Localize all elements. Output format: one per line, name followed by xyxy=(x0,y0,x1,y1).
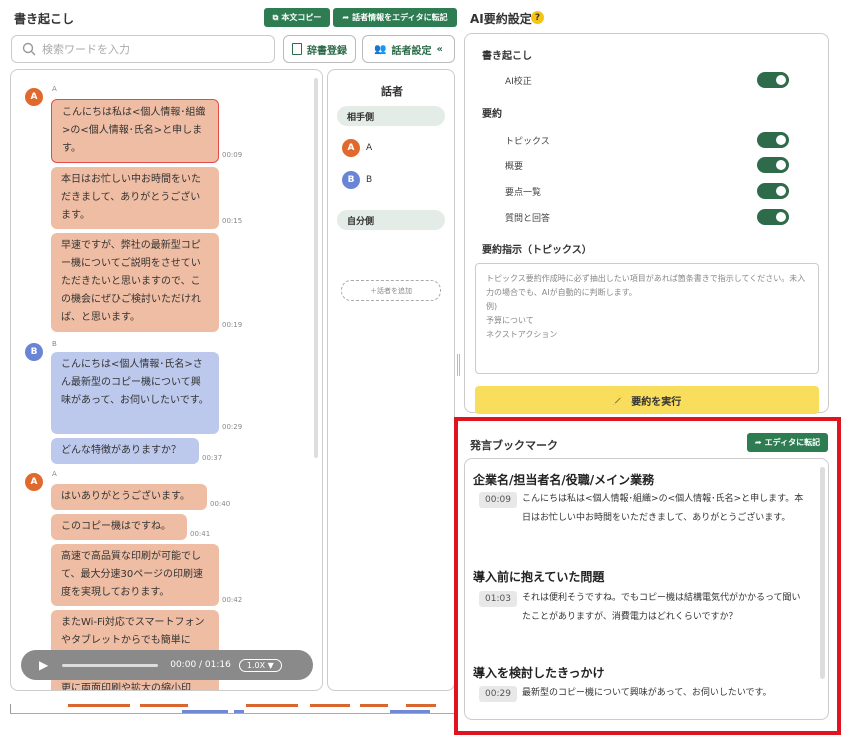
overview-toggle[interactable] xyxy=(757,157,789,173)
ai-correct-toggle[interactable] xyxy=(757,72,789,88)
message-bubble[interactable]: どんな特徴がありますか？ xyxy=(51,438,199,464)
key-points-toggle[interactable] xyxy=(757,183,789,199)
ai-settings-panel: 書き起こし AI校正 要約 トピックス 概要 要点一覧 質問と回答 要約指示（ト… xyxy=(457,33,829,414)
bookmark-text: こんにちは私は<個人情報･組織>の<個人情報･氏名>と申します。本日はお忙しい中… xyxy=(522,494,804,523)
bookmark-heading: 導入前に抱えていた問題 xyxy=(473,570,605,584)
timestamp: 00:15 xyxy=(222,217,243,225)
ai-correct-label: AI校正 xyxy=(505,77,532,87)
speaker-group-other: 相手側 xyxy=(337,106,445,126)
search-placeholder: 検索ワードを入力 xyxy=(42,43,130,56)
playback-time: 00:00 / 01:16 xyxy=(170,660,231,670)
transfer-speaker-button[interactable]: ➦ 話者情報をエディタに転記 xyxy=(333,8,457,27)
speaker-name: A xyxy=(52,470,57,478)
bookmarks-title: 発言ブックマーク xyxy=(470,439,558,452)
speaker-name: B xyxy=(52,340,57,348)
avatar: A xyxy=(25,88,43,106)
speaker-group-self: 自分側 xyxy=(337,210,445,230)
bookmark-transfer-button[interactable]: ➦ エディタに転記 xyxy=(747,433,828,452)
option-label: 要点一覧 xyxy=(505,188,542,198)
speaker-panel-title: 話者 xyxy=(381,85,403,98)
avatar: A xyxy=(25,473,43,491)
audio-player: ▶ 00:00 / 01:16 1.0X ▼ xyxy=(21,650,313,680)
transcript-panel: A A こんにちは私は<個人情報･組織>の<個人情報･氏名>と申します。 00:… xyxy=(10,69,323,691)
search-icon xyxy=(22,42,36,56)
option-label: 質問と回答 xyxy=(505,214,551,224)
speaker-settings-button[interactable]: 👥 話者設定 « xyxy=(362,35,455,63)
bookmark-timestamp[interactable]: 01:03 xyxy=(479,591,517,607)
transcription-title: 書き起こし xyxy=(14,12,75,26)
magic-wand-icon: 🪄 xyxy=(612,394,626,406)
timestamp: 00:29 xyxy=(222,423,243,431)
speaker-panel: 話者 相手側 A A B B 自分側 ＋話者を追加 xyxy=(327,69,455,691)
add-speaker-button[interactable]: ＋話者を追加 xyxy=(341,280,441,301)
ai-settings-title: AI要約設定 xyxy=(470,12,532,26)
timestamp: 00:09 xyxy=(222,151,243,159)
message-bubble[interactable]: はいありがとうございます。 xyxy=(51,484,207,510)
app-root: 書き起こし ⧉ 本文コピー ➦ 話者情報をエディタに転記 検索ワードを入力 辞書登録… xyxy=(0,0,858,740)
avatar: B xyxy=(342,171,360,189)
section-summary: 要約 xyxy=(482,109,502,120)
transcript-scrollbar[interactable] xyxy=(314,78,318,458)
bookmark-scrollbar[interactable] xyxy=(820,467,825,679)
speaker-name: A xyxy=(52,85,57,93)
timestamp: 00:37 xyxy=(202,454,223,462)
bookmark-text: 最新型のコピー機について興味があって、お伺いしたいです。 xyxy=(522,688,772,698)
copy-icon: ⧉ xyxy=(272,12,279,22)
speaker-item-a[interactable]: A A xyxy=(342,139,372,157)
bookmark-timestamp[interactable]: 00:09 xyxy=(479,492,517,508)
bookmark-heading: 導入を検討したきっかけ xyxy=(473,666,605,680)
message-bubble[interactable]: 本日はお忙しい中お時間をいただきまして、ありがとうございます。 xyxy=(51,167,219,229)
bookmark-text: それは便利そうですね。でもコピー機は結構電気代がかかるって聞いたことがありますが… xyxy=(522,593,801,622)
bookmark-timestamp[interactable]: 00:29 xyxy=(479,686,517,702)
share-arrow-icon: ➦ xyxy=(342,13,350,22)
bookmark-heading: 企業名/担当者名/役職/メイン業務 xyxy=(473,473,655,487)
timeline[interactable] xyxy=(10,700,458,714)
timestamp: 00:41 xyxy=(190,530,211,538)
qa-toggle[interactable] xyxy=(757,209,789,225)
timestamp: 00:40 xyxy=(210,500,231,508)
option-label: 概要 xyxy=(505,162,524,172)
avatar: A xyxy=(342,139,360,157)
timestamp: 00:19 xyxy=(222,321,243,329)
timestamp: 00:42 xyxy=(222,596,243,604)
message-bubble[interactable]: 早速ですが、弊社の最新型コピー機についてご説明をさせていただきたいと思いますので… xyxy=(51,233,219,332)
avatar: B xyxy=(25,343,43,361)
collapse-left-icon[interactable]: « xyxy=(436,44,442,55)
play-icon[interactable]: ▶ xyxy=(39,658,48,672)
speaker-item-b[interactable]: B B xyxy=(342,171,372,189)
people-icon: 👥 xyxy=(374,43,387,55)
message-bubble[interactable]: このコピー機はですね。 xyxy=(51,514,187,540)
copy-text-button[interactable]: ⧉ 本文コピー xyxy=(264,8,330,27)
bookmark-list: 企業名/担当者名/役職/メイン業務 00:09 こんにちは私は<個人情報･組織>… xyxy=(464,458,829,720)
option-label: トピックス xyxy=(505,137,550,147)
instruction-textarea[interactable]: トピックス要約作成時に必ず抽出したい項目があれば箇条書きで指示してください。未入… xyxy=(475,263,819,374)
message-bubble[interactable]: 高速で高品質な印刷が可能でして、最大分速30ページの印刷速度を実現しております。 xyxy=(51,544,219,606)
seek-bar[interactable] xyxy=(62,663,159,667)
execute-summary-button[interactable]: 🪄 要約を実行 xyxy=(475,386,819,414)
instruction-title: 要約指示（トピックス） xyxy=(482,245,592,256)
share-arrow-icon: ➦ xyxy=(754,438,762,447)
search-input[interactable]: 検索ワードを入力 xyxy=(11,35,275,63)
dictionary-icon xyxy=(292,43,302,55)
help-icon[interactable]: ? xyxy=(531,11,544,24)
speed-selector[interactable]: 1.0X ▼ xyxy=(238,658,282,672)
resize-handle[interactable] xyxy=(457,354,460,376)
message-bubble[interactable]: こんにちは<個人情報･氏名>さん最新型のコピー機について興味があって、お伺いした… xyxy=(51,352,219,434)
message-bubble[interactable]: こんにちは私は<個人情報･組織>の<個人情報･氏名>と申します。 xyxy=(51,99,219,163)
section-transcription: 書き起こし xyxy=(482,51,532,62)
dictionary-register-button[interactable]: 辞書登録 xyxy=(283,35,356,63)
topics-toggle[interactable] xyxy=(757,132,789,148)
